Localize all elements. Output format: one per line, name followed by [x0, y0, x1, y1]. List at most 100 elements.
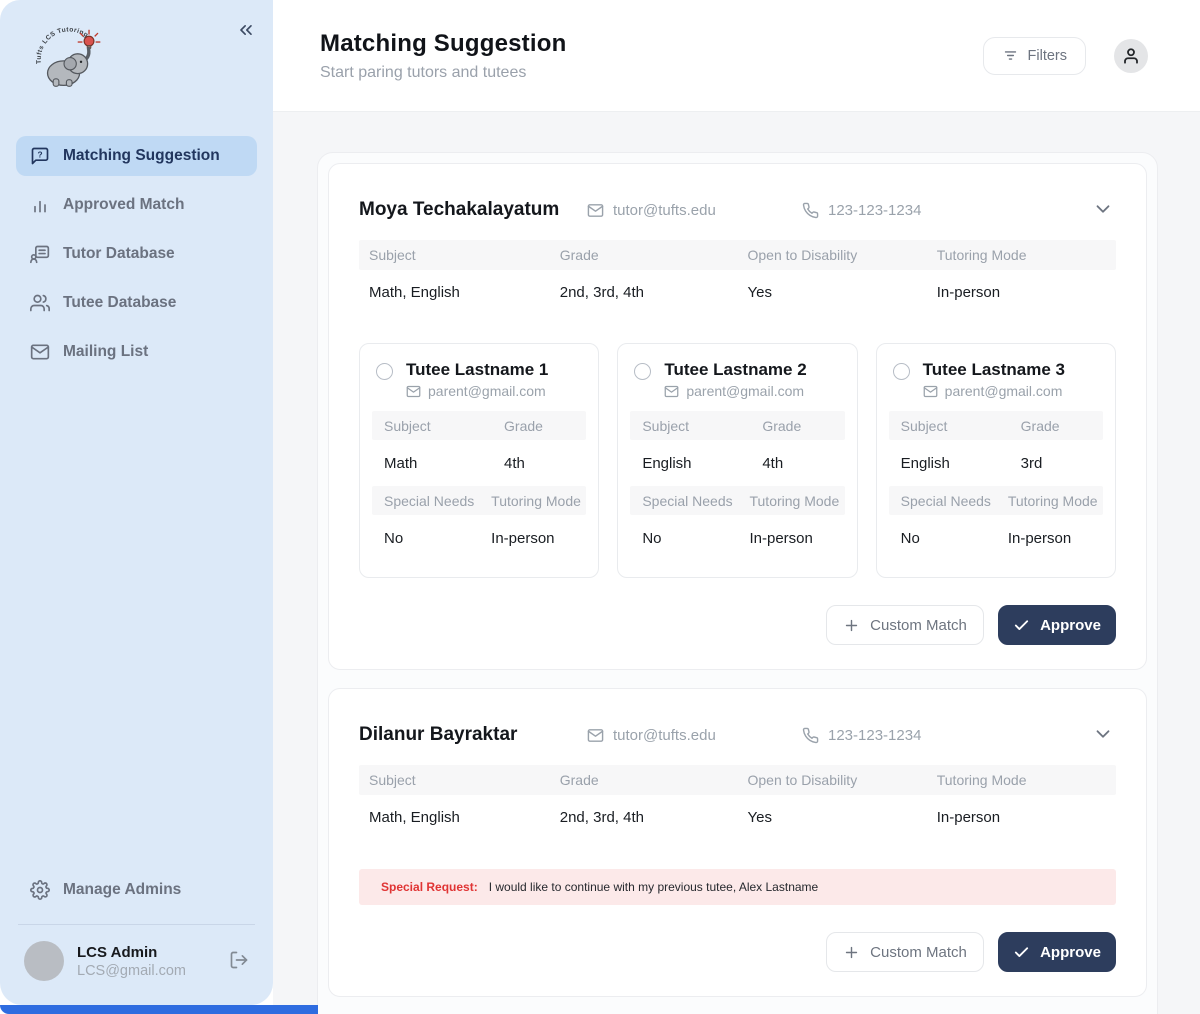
- mail-icon: [406, 384, 421, 399]
- special-request-banner: Special Request:I would like to continue…: [359, 869, 1116, 905]
- expand-tutor-button[interactable]: [1090, 722, 1116, 748]
- tutee-email: parent@gmail.com: [406, 383, 548, 399]
- sidebar-item-tutor-database[interactable]: Tutor Database: [16, 234, 257, 274]
- elephant-logo-icon: Tufts LCS Tutoring: [34, 26, 112, 92]
- tutor-phone: 123-123-1234: [802, 202, 921, 219]
- tutor-info-table: SubjectGradeOpen to DisabilityTutoring M…: [359, 240, 1116, 314]
- bar-chart-icon: [30, 195, 50, 215]
- column-header-tutoring-mode: Tutoring Mode: [737, 493, 844, 509]
- tutee-special-needs-value: No: [889, 530, 996, 547]
- chat-question-icon: ?: [30, 146, 50, 166]
- column-header-subject: Subject: [889, 418, 1009, 434]
- tutor-name: Moya Techakalayatum: [359, 199, 587, 221]
- tutee-radio[interactable]: [893, 363, 910, 380]
- tutor-email-text: tutor@tufts.edu: [613, 727, 716, 744]
- column-header-grade: Grade: [1009, 418, 1103, 434]
- tutor-list-icon: [30, 244, 50, 264]
- manage-admins-button[interactable]: Manage Admins: [16, 870, 257, 910]
- column-header-tutoring-mode: Tutoring Mode: [927, 772, 1116, 788]
- user-email: LCS@gmail.com: [77, 963, 214, 979]
- expand-tutor-button[interactable]: [1090, 197, 1116, 223]
- tutee-special-needs-value: No: [372, 530, 479, 547]
- tutor-disability-value: Yes: [737, 809, 926, 826]
- people-icon: [30, 293, 50, 313]
- mail-icon: [587, 727, 604, 744]
- sidebar-divider: [18, 924, 255, 925]
- sidebar-item-tutee-database[interactable]: Tutee Database: [16, 283, 257, 323]
- approve-button[interactable]: Approve: [998, 932, 1116, 972]
- sidebar-item-approved-match[interactable]: Approved Match: [16, 185, 257, 225]
- special-request-label: Special Request:: [381, 880, 478, 894]
- tutor-card: Dilanur Bayraktartutor@tufts.edu123-123-…: [328, 688, 1147, 997]
- column-header-grade: Grade: [550, 247, 738, 263]
- sidebar-item-mailing-list[interactable]: Mailing List: [16, 332, 257, 372]
- sidebar-item-label: Matching Suggestion: [63, 147, 220, 165]
- profile-button[interactable]: [1114, 39, 1148, 73]
- custom-match-label: Custom Match: [870, 944, 967, 961]
- logout-icon: [229, 950, 249, 970]
- tutee-radio[interactable]: [376, 363, 393, 380]
- column-header-grade: Grade: [550, 772, 738, 788]
- filters-button[interactable]: Filters: [983, 37, 1086, 75]
- check-icon: [1013, 617, 1030, 634]
- tutee-name: Tutee Lastname 3: [923, 360, 1065, 380]
- tutor-email: tutor@tufts.edu: [587, 202, 802, 219]
- tutee-subject-value: English: [630, 455, 750, 472]
- mail-icon: [30, 342, 50, 362]
- tutee-email-text: parent@gmail.com: [686, 383, 804, 399]
- tutee-radio[interactable]: [634, 363, 651, 380]
- user-name: LCS Admin: [77, 944, 214, 961]
- tutee-mode-value: In-person: [479, 530, 586, 547]
- mail-icon: [923, 384, 938, 399]
- tutor-card: Moya Techakalayatumtutor@tufts.edu 123-12…: [328, 163, 1147, 670]
- tutee-grade-value: 3rd: [1009, 455, 1103, 472]
- card-actions: Custom Match Approve: [359, 605, 1116, 645]
- sidebar-item-label: Mailing List: [63, 343, 148, 361]
- column-header-tutoring-mode: Tutoring Mode: [927, 247, 1116, 263]
- tutor-subject-value: Math, English: [359, 809, 550, 826]
- custom-match-button[interactable]: Custom Match: [826, 932, 984, 972]
- content-scroll-area[interactable]: Moya Techakalayatumtutor@tufts.edu123-12…: [273, 112, 1200, 1014]
- column-header-special-needs: Special Needs: [372, 493, 479, 509]
- column-header-subject: Subject: [630, 418, 750, 434]
- sidebar-item-label: Approved Match: [63, 196, 184, 214]
- current-user: LCS Admin LCS@gmail.com: [16, 941, 257, 987]
- manage-admins-label: Manage Admins: [63, 881, 181, 899]
- tutor-phone-text: 123-123-1234: [828, 727, 921, 744]
- approve-button[interactable]: Approve: [998, 605, 1116, 645]
- phone-icon: [802, 727, 819, 744]
- tutee-card[interactable]: Tutee Lastname 2parent@gmail.comSubjectG…: [617, 343, 857, 578]
- sidebar-item-label: Tutee Database: [63, 294, 176, 312]
- column-header-subject: Subject: [359, 772, 550, 788]
- tutee-email: parent@gmail.com: [664, 383, 806, 399]
- chevron-down-icon: [1092, 723, 1114, 745]
- app-window: Tufts LCS Tutoring ?Matchi: [0, 0, 1200, 1014]
- tutor-email: tutor@tufts.edu: [587, 727, 802, 744]
- tutor-phone-text: 123-123-1234: [828, 202, 921, 219]
- tutee-special-needs-value: No: [630, 530, 737, 547]
- tutee-grade-value: 4th: [750, 455, 844, 472]
- plus-icon: [843, 617, 860, 634]
- phone-icon: [802, 202, 819, 219]
- page-header: Matching Suggestion Start paring tutors …: [273, 0, 1200, 112]
- tutee-card[interactable]: Tutee Lastname 3 parent@gmail.com SubjectG…: [876, 343, 1116, 578]
- tutor-disability-value: Yes: [737, 284, 926, 301]
- column-header-subject: Subject: [359, 247, 550, 263]
- mail-icon: [587, 202, 604, 219]
- card-actions: Custom Match Approve: [359, 932, 1116, 972]
- tutor-mode-value: In-person: [927, 284, 1116, 301]
- sidebar-item-matching-suggestion[interactable]: ? Matching Suggestion: [16, 136, 257, 176]
- column-header-tutoring-mode: Tutoring Mode: [996, 493, 1103, 509]
- tutee-grade-value: 4th: [492, 455, 586, 472]
- filter-icon: [1002, 47, 1019, 64]
- tutee-name: Tutee Lastname 1: [406, 360, 548, 380]
- logout-button[interactable]: [227, 949, 251, 973]
- sidebar-collapse-button[interactable]: [235, 20, 257, 42]
- tutee-card[interactable]: Tutee Lastname 1parent@gmail.comSubjectG…: [359, 343, 599, 578]
- user-avatar: [24, 941, 64, 981]
- column-header-disability: Open to Disability: [737, 772, 926, 788]
- app-logo: Tufts LCS Tutoring: [34, 26, 112, 92]
- check-icon: [1013, 944, 1030, 961]
- custom-match-button[interactable]: Custom Match: [826, 605, 984, 645]
- tutee-email: parent@gmail.com: [923, 383, 1065, 399]
